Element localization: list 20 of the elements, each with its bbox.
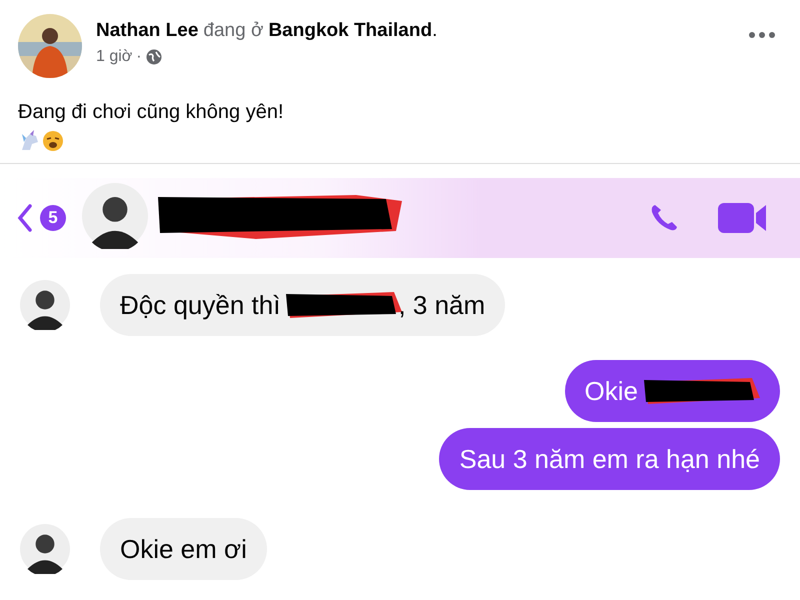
- status-text: đang ở: [203, 20, 264, 42]
- message-text: Okie: [584, 376, 638, 406]
- post-time[interactable]: 1 giờ: [96, 48, 132, 66]
- separator-dot: ·: [136, 48, 142, 66]
- avatar: [20, 280, 70, 330]
- message-text: Sau 3 năm em ra hạn nhé: [459, 444, 760, 474]
- author-name[interactable]: Nathan Lee: [96, 20, 198, 42]
- avatar: [82, 182, 148, 248]
- avatar: [20, 524, 70, 574]
- message-text: Okie em ơi: [120, 534, 247, 564]
- unread-badge[interactable]: 5: [40, 205, 66, 231]
- place-name[interactable]: Bangkok Thailand: [268, 20, 432, 42]
- punctuation: .: [432, 20, 438, 42]
- globe-icon: [146, 49, 162, 65]
- message-text: Độc quyền thì: [120, 290, 280, 320]
- tired-face-icon: [42, 130, 64, 152]
- more-icon: [748, 31, 776, 39]
- message-text: , 3 năm: [398, 290, 486, 320]
- post-text: Đang đi chơi cũng không yên!: [18, 101, 285, 124]
- back-icon: [16, 204, 34, 232]
